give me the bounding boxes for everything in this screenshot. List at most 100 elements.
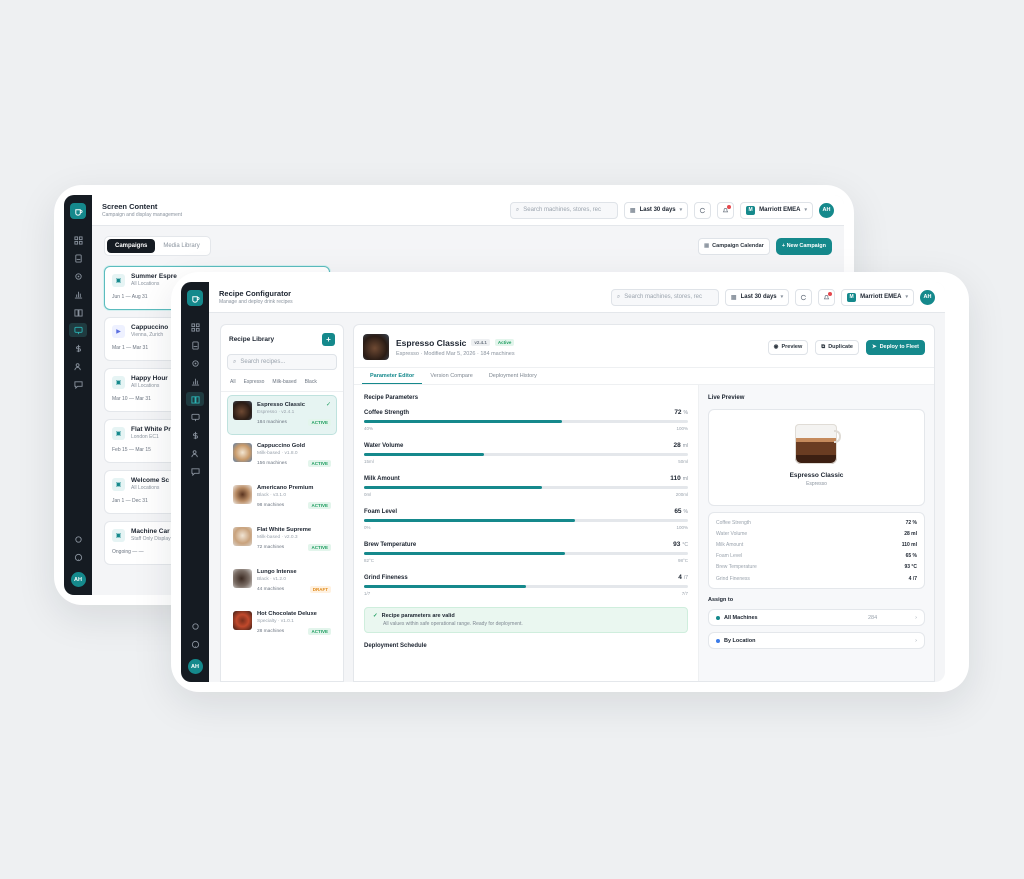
users-icon[interactable] [186, 446, 204, 460]
recipe-status-badge: ACTIVE [308, 544, 331, 551]
front-device: AH Recipe Configurator Manage and deploy… [171, 272, 969, 692]
chat-icon[interactable] [186, 464, 204, 478]
date-range-select[interactable]: ▦ Last 30 days ▾ [724, 288, 790, 306]
gear-icon[interactable] [69, 532, 87, 546]
parameters-panel: Recipe Parameters Coffee Strength 72% 40% 1… [354, 385, 699, 681]
tab-parameter-editor[interactable]: Parameter Editor [362, 368, 423, 384]
search-input[interactable]: ⌕ Search machines, stores, rec [509, 201, 618, 219]
user-avatar[interactable]: AH [187, 659, 203, 674]
settings-gear-icon[interactable] [69, 269, 87, 283]
org-select[interactable]: M Marriott EMEA ▾ [740, 201, 813, 219]
recipe-list-item[interactable]: Americano Premium Black · v3.1.0 98 machin… [227, 479, 337, 519]
parameter-slider[interactable]: Milk Amount 110 ml 0ml 200ml [364, 475, 688, 497]
parameter-value: 93 [673, 541, 681, 548]
stat-label: Water Volume [716, 530, 748, 537]
recipe-search-input[interactable]: ⌕ Search recipes... [227, 354, 337, 370]
settings-gear-icon[interactable] [186, 356, 204, 370]
notification-dot [727, 204, 732, 209]
recipe-thumbnail [233, 443, 252, 462]
video-icon: ▶ [112, 325, 125, 338]
users-icon[interactable] [69, 359, 87, 373]
parameter-value: 110 [670, 475, 681, 482]
parameter-slider[interactable]: Water Volume 28 ml 15ml 50ml [364, 442, 688, 464]
check-icon: ✓ [325, 402, 331, 408]
analytics-icon[interactable] [186, 374, 204, 388]
analytics-icon[interactable] [69, 287, 87, 301]
help-icon[interactable] [69, 550, 87, 564]
parameter-slider[interactable]: Grind Fineness 4/7 1/7 7/7 [364, 574, 688, 596]
image-icon: ▣ [112, 376, 125, 389]
stat-value: 28 ml [904, 530, 917, 537]
dollar-icon[interactable] [69, 341, 87, 355]
recipe-item-machines: 98 machines [257, 503, 285, 508]
slider-fill [364, 585, 526, 588]
refresh-button[interactable] [795, 288, 813, 306]
assign-title: Assign to [708, 597, 734, 604]
recipe-list-item[interactable]: Hot Chocolate Deluxe Specialty · v1.0.1 28… [227, 605, 337, 645]
search-input[interactable]: ⌕ Search machines, stores, rec [610, 288, 719, 306]
parameter-name: Coffee Strength [364, 410, 409, 416]
user-avatar[interactable]: AH [70, 572, 86, 587]
tab-campaigns[interactable]: Campaigns [107, 239, 156, 253]
slider-fill [364, 453, 484, 456]
stat-label: Grind Fineness [716, 575, 750, 582]
slider-track[interactable] [364, 420, 688, 423]
status-badge: Active [494, 339, 515, 346]
assign-option[interactable]: All Machines 284 › [708, 609, 925, 627]
dollar-icon[interactable] [186, 428, 204, 442]
machine-icon[interactable] [186, 338, 204, 352]
parameter-unit: ml [682, 443, 688, 449]
new-campaign-button[interactable]: + New Campaign [775, 237, 832, 255]
dashboard-icon[interactable] [186, 320, 204, 334]
header-avatar[interactable]: AH [819, 202, 834, 218]
slider-track[interactable] [364, 486, 688, 489]
parameter-unit: /7 [683, 575, 688, 581]
slider-fill [364, 519, 575, 522]
recipe-list-item[interactable]: Espresso Classic ✓ Espresso · v2.4.1 184 ma… [227, 395, 337, 435]
recipes-icon[interactable] [186, 392, 204, 406]
recipe-item-machines: 156 machines [257, 461, 287, 466]
machine-icon[interactable] [69, 251, 87, 265]
recipe-list-item[interactable]: Lungo Intense Black · v1.2.0 44 machines DR… [227, 563, 337, 603]
campaign-calendar-button[interactable]: ▦ Campaign Calendar [697, 237, 770, 255]
assign-option[interactable]: By Location › [708, 632, 925, 650]
recipe-item-name: Lungo Intense [257, 569, 297, 575]
add-recipe-button[interactable]: + [322, 333, 335, 346]
help-icon[interactable] [186, 637, 204, 651]
filter-all[interactable]: All [230, 379, 236, 385]
slider-track[interactable] [364, 552, 688, 555]
filter-espresso[interactable]: Espresso [244, 379, 265, 385]
recipes-icon[interactable] [69, 305, 87, 319]
refresh-button[interactable] [694, 201, 712, 219]
duplicate-button[interactable]: ⧉ Duplicate [815, 339, 859, 355]
parameter-slider[interactable]: Foam Level 65% 0% 100% [364, 508, 688, 530]
tab-version-compare[interactable]: Version Compare [422, 368, 481, 384]
slider-track[interactable] [364, 585, 688, 588]
org-select[interactable]: M Marriott EMEA ▾ [841, 288, 914, 306]
screen-content-icon[interactable] [69, 323, 87, 337]
parameter-slider[interactable]: Coffee Strength 72% 40% 100% [364, 409, 688, 431]
slider-track[interactable] [364, 453, 688, 456]
notifications-button[interactable] [818, 288, 836, 306]
recipe-list-item[interactable]: Cappuccino Gold Milk-based · v1.8.0 156 ma… [227, 437, 337, 477]
header-avatar[interactable]: AH [920, 289, 935, 305]
dashboard-icon[interactable] [69, 233, 87, 247]
recipe-list-item[interactable]: Flat White Supreme Milk-based · v2.0.3 72 … [227, 521, 337, 561]
tab-media-library[interactable]: Media Library [155, 239, 207, 253]
recipe-name: Espresso Classic [396, 337, 467, 348]
date-range-select[interactable]: ▦ Last 30 days ▾ [623, 201, 689, 219]
filter-black[interactable]: Black [305, 379, 317, 385]
range-max: 50ml [678, 459, 688, 464]
parameter-slider[interactable]: Brew Temperature 93 °C 82°C 98°C [364, 541, 688, 563]
deploy-button[interactable]: ➤ Deploy to Fleet [865, 339, 925, 355]
gear-icon[interactable] [186, 619, 204, 633]
chat-icon[interactable] [69, 377, 87, 391]
calendar-icon: ▦ [629, 207, 636, 214]
notifications-button[interactable] [717, 201, 735, 219]
preview-button[interactable]: ◉ Preview [767, 339, 809, 355]
slider-track[interactable] [364, 519, 688, 522]
tab-deployment-history[interactable]: Deployment History [481, 368, 545, 384]
filter-milk-based[interactable]: Milk-based [272, 379, 296, 385]
parameter-unit: % [683, 410, 688, 416]
screen-content-icon[interactable] [186, 410, 204, 424]
